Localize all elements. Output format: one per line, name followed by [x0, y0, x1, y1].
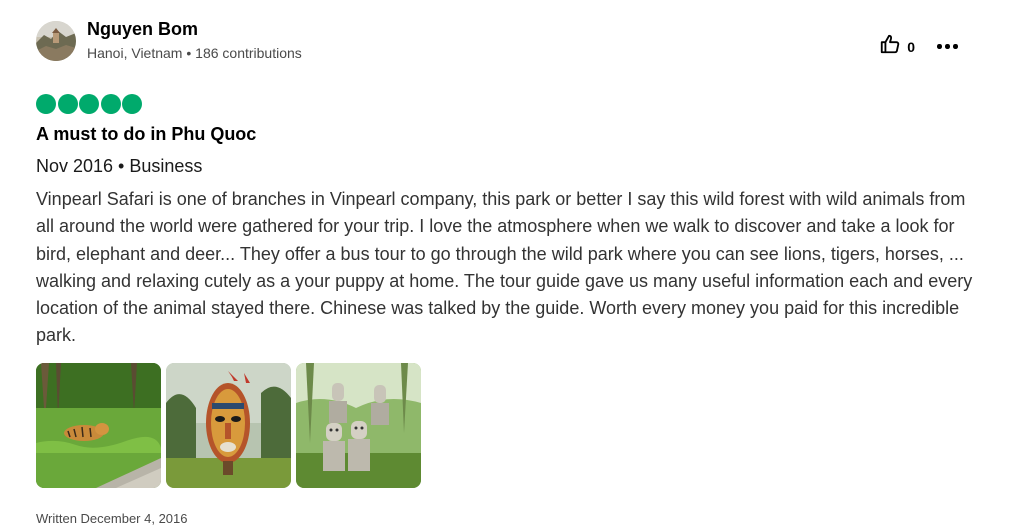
rating-bubble-filled	[36, 94, 56, 114]
tribal-mask-sculpture-photo[interactable]	[166, 363, 291, 488]
avatar[interactable]	[36, 21, 76, 61]
rating-bubbles	[36, 94, 144, 114]
reviewer-name[interactable]: Nguyen Bom	[87, 19, 198, 40]
rating-bubble-filled	[100, 94, 121, 114]
review-title[interactable]: A must to do in Phu Quoc	[36, 124, 256, 145]
reviewer-meta: Hanoi, Vietnam • 186 contributions	[87, 45, 302, 61]
rating-bubble-filled	[122, 94, 142, 114]
trip-info: Nov 2016 • Business	[36, 156, 203, 176]
more-options-icon[interactable]	[937, 37, 961, 57]
reviewer-contributions: 186 contributions	[195, 45, 302, 61]
stone-statues-photo[interactable]	[296, 363, 421, 488]
helpful-count: 0	[907, 38, 915, 55]
review-card: Nguyen Bom Hanoi, Vietnam • 186 contribu…	[0, 0, 1023, 528]
review-photos	[36, 363, 426, 488]
review-body: Vinpearl Safari is one of branches in Vi…	[36, 189, 973, 346]
written-date: Written December 4, 2016	[36, 511, 188, 526]
tiger-in-grass-photo[interactable]	[36, 363, 161, 488]
rating-bubble-filled	[57, 94, 78, 114]
thumbs-up-icon	[879, 33, 901, 60]
reviewer-location: Hanoi, Vietnam	[87, 45, 183, 61]
meta-separator: •	[182, 45, 196, 61]
rating-bubble-filled	[79, 94, 99, 114]
review-actions: 0	[879, 33, 961, 60]
helpful-vote-button[interactable]: 0	[879, 33, 915, 60]
